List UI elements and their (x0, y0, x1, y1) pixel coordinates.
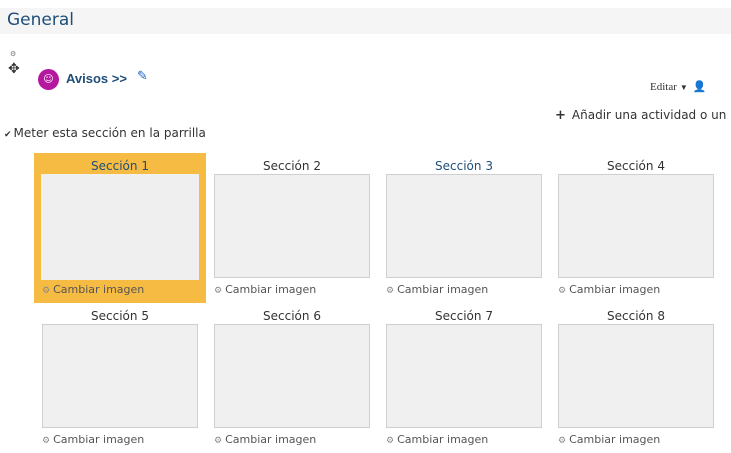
gear-icon: ⚙ (42, 436, 51, 446)
tile-image[interactable] (386, 174, 542, 278)
tile-image[interactable] (41, 174, 199, 280)
plus-icon: + (555, 108, 566, 123)
add-activity-link[interactable]: + Añadir una actividad o un recurso (555, 108, 731, 126)
change-image-link[interactable]: ⚙ Cambiar imagen (42, 283, 144, 296)
tile-title: Sección 4 (607, 159, 665, 173)
tile-image[interactable] (558, 324, 714, 428)
gear-icon: ⚙ (386, 436, 395, 446)
gear-icon: ⚙ (214, 286, 223, 296)
tile-section-4[interactable]: Sección 4 ⚙ Cambiar imagen (550, 153, 722, 303)
change-image-link[interactable]: ⚙ Cambiar imagen (214, 433, 316, 446)
tile-title: Sección 2 (263, 159, 321, 173)
tile-title: Sección 6 (263, 309, 321, 323)
edit-title-icon[interactable]: ✎ (137, 70, 148, 83)
gear-icon: ⚙ (386, 286, 395, 296)
tile-image[interactable] (214, 174, 370, 278)
pin-icon: ✔ (4, 130, 12, 140)
gear-icon: ⚙ (558, 436, 567, 446)
group-icon: ☺ (38, 69, 59, 90)
section-header-bar (0, 8, 731, 34)
tile-section-3[interactable]: Sección 3 ⚙ Cambiar imagen (378, 153, 550, 303)
tile-image[interactable] (42, 324, 198, 428)
tile-title: Sección 8 (607, 309, 665, 323)
caret-down-icon: ▼ (679, 83, 688, 92)
section-title: General (7, 10, 74, 30)
change-image-link[interactable]: ⚙ Cambiar imagen (42, 433, 144, 446)
tile-title: Sección 7 (435, 309, 493, 323)
gear-icon: ⚙ (214, 436, 223, 446)
change-image-link[interactable]: ⚙ Cambiar imagen (386, 283, 488, 296)
add-activity-label: Añadir una actividad o un recurso (571, 108, 731, 122)
tile-section-2[interactable]: Sección 2 ⚙ Cambiar imagen (206, 153, 378, 303)
edit-menu[interactable]: Editar ▼ 👤 (650, 80, 707, 93)
change-image-link[interactable]: ⚙ Cambiar imagen (558, 283, 660, 296)
tile-section-7[interactable]: Sección 7 ⚙ Cambiar imagen (378, 303, 550, 453)
move-icon[interactable]: ✥ (8, 62, 20, 76)
tile-title: Sección 3 (435, 159, 493, 173)
forum-link-avisos[interactable]: Avisos >> (66, 71, 127, 86)
tile-section-1[interactable]: Sección 1 ⚙ Cambiar imagen (34, 153, 206, 303)
tile-section-6[interactable]: Sección 6 ⚙ Cambiar imagen (206, 303, 378, 453)
gear-icon: ⚙ (558, 286, 567, 296)
grid-toggle-label: Meter esta sección en la parrilla (13, 126, 206, 140)
change-image-link[interactable]: ⚙ Cambiar imagen (386, 433, 488, 446)
tile-image[interactable] (558, 174, 714, 278)
tile-section-8[interactable]: Sección 8 ⚙ Cambiar imagen (550, 303, 722, 453)
user-icon: 👤 (692, 81, 707, 93)
grid-toggle-link[interactable]: ✔ Meter esta sección en la parrilla (4, 126, 206, 140)
tile-section-5[interactable]: Sección 5 ⚙ Cambiar imagen (34, 303, 206, 453)
tile-title: Sección 5 (91, 309, 149, 323)
gear-icon: ⚙ (42, 286, 51, 296)
change-image-link[interactable]: ⚙ Cambiar imagen (558, 433, 660, 446)
tile-image[interactable] (386, 324, 542, 428)
edit-menu-label: Editar (650, 81, 677, 93)
change-image-link[interactable]: ⚙ Cambiar imagen (214, 283, 316, 296)
tile-title: Sección 1 (91, 159, 149, 173)
tile-image[interactable] (214, 324, 370, 428)
settings-icon[interactable]: ⚙ (10, 51, 16, 58)
